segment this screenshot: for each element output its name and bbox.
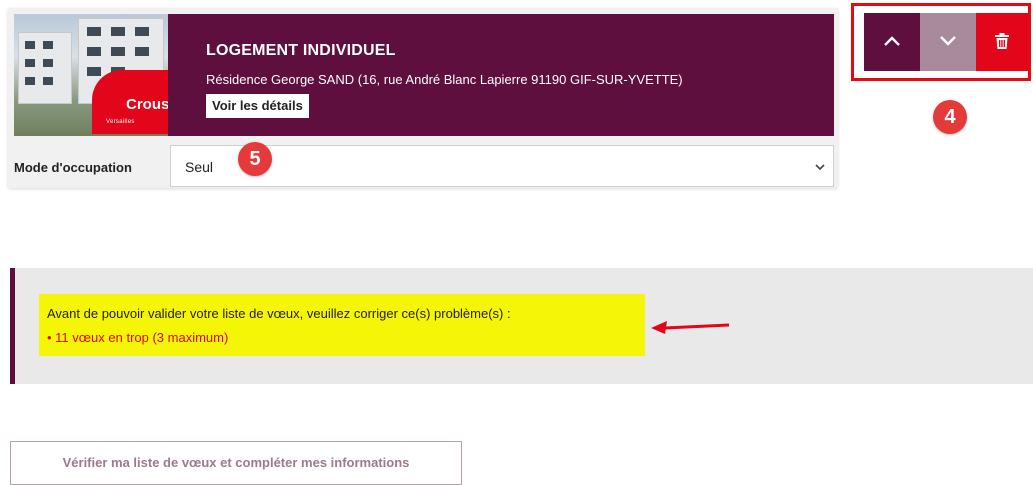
residence-address: Résidence George SAND (16, rue André Bla… [206,72,683,87]
window [25,77,35,85]
window [43,77,53,85]
move-down-button[interactable] [920,13,976,71]
window [87,27,101,36]
window [43,41,53,49]
validation-alert: Avant de pouvoir valider votre liste de … [10,268,1033,384]
annotation-arrow-icon [651,320,731,341]
move-up-button[interactable] [864,13,920,71]
view-details-button[interactable]: Voir les détails [206,94,309,118]
verify-wishlist-button[interactable]: Vérifier ma liste de vœux et compléter m… [10,441,462,485]
annotation-marker-5: 5 [238,142,272,176]
window [25,59,35,67]
alert-error-text: 11 vœux en trop (3 maximum) [55,330,229,345]
occupation-mode-value: Seul [185,159,214,175]
crous-logo-text: Crous [126,96,168,113]
alert-message: Avant de pouvoir valider votre liste de … [47,306,511,321]
window [87,47,101,56]
delete-wish-button[interactable] [976,13,1028,71]
wish-card-header: Crous Versailles LOGEMENT INDIVIDUEL Rés… [14,14,834,136]
window [111,47,125,56]
wish-card: Crous Versailles LOGEMENT INDIVIDUEL Rés… [8,8,838,188]
occupation-mode-label: Mode d'occupation [14,160,132,175]
alert-error-item: • 11 vœux en trop (3 maximum) [47,330,229,345]
housing-type-title: LOGEMENT INDIVIDUEL [206,42,396,59]
residence-photo: Crous Versailles [14,14,168,136]
chevron-up-icon [883,35,901,50]
window [135,27,149,36]
window [111,27,125,36]
alert-highlight: Avant de pouvoir valider votre liste de … [39,294,645,356]
chevron-down-icon [939,35,957,50]
crous-logo-subtext: Versailles [106,119,135,125]
window [135,47,149,56]
window [87,67,101,76]
chevron-down-icon [815,159,825,177]
trash-icon [995,32,1009,52]
window [43,59,53,67]
building-left [18,32,72,104]
annotation-marker-4: 4 [933,100,967,134]
window [25,41,35,49]
